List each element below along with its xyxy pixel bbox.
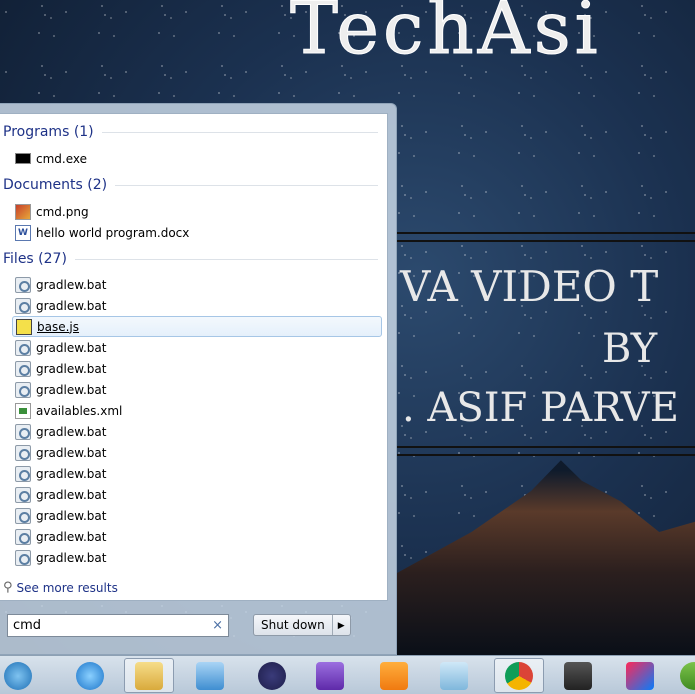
start-orb-icon — [4, 661, 32, 690]
clear-icon[interactable]: × — [212, 618, 223, 633]
result-item[interactable]: cmd.exe — [12, 148, 382, 169]
uc-browser-icon — [380, 661, 408, 690]
bat-icon — [15, 549, 31, 566]
bat-icon — [15, 528, 31, 545]
cmd-icon — [15, 153, 31, 164]
shutdown-button[interactable]: Shut down — [254, 615, 333, 635]
bat-icon — [15, 360, 31, 377]
result-item[interactable]: base.js — [12, 316, 382, 337]
notepad-icon — [440, 661, 468, 690]
bat-icon — [15, 339, 31, 356]
visual-studio-icon — [316, 661, 344, 690]
bat-icon — [15, 465, 31, 482]
result-item[interactable]: gradlew.bat — [12, 442, 382, 463]
result-item[interactable]: gradlew.bat — [12, 547, 382, 568]
wallpaper-line3: . ASIF PARVE — [402, 385, 679, 431]
image-icon — [15, 203, 31, 220]
divider — [115, 184, 378, 186]
bat-icon — [15, 507, 31, 524]
bat-icon — [15, 297, 31, 314]
taskbar-uc-browser[interactable] — [376, 658, 412, 693]
taskbar-sublime-text[interactable] — [560, 658, 596, 693]
taskbar-start-orb[interactable] — [0, 658, 36, 693]
taskbar-eclipse[interactable] — [254, 658, 290, 693]
xml-icon — [15, 402, 31, 419]
wallpaper-title: TechAsi — [290, 0, 602, 71]
taskbar-visual-studio[interactable] — [312, 658, 348, 693]
wallpaper-line2: BY — [602, 326, 658, 372]
result-item[interactable]: availables.xml — [12, 400, 382, 421]
js-icon — [16, 318, 32, 335]
result-item[interactable]: gradlew.bat — [12, 274, 382, 295]
search-icon: ⚲ — [3, 580, 13, 595]
vim-icon — [680, 661, 695, 690]
divider — [397, 454, 695, 456]
group-header[interactable]: Documents (2) — [3, 177, 378, 193]
chrome-icon — [505, 661, 533, 690]
bat-icon — [15, 444, 31, 461]
shutdown-options-button[interactable]: ▶ — [333, 615, 350, 635]
divider — [397, 240, 695, 242]
word-icon: W — [15, 224, 31, 241]
bat-icon — [15, 423, 31, 440]
taskbar-intellij[interactable] — [622, 658, 658, 693]
result-item[interactable]: gradlew.bat — [12, 337, 382, 358]
file-explorer-icon — [135, 661, 163, 690]
result-item[interactable]: gradlew.bat — [12, 295, 382, 316]
result-item[interactable]: gradlew.bat — [12, 505, 382, 526]
media-player-icon — [196, 661, 224, 690]
result-item[interactable]: gradlew.bat — [12, 526, 382, 547]
result-item[interactable]: gradlew.bat — [12, 484, 382, 505]
see-more-results-link[interactable]: ⚲ See more results — [3, 580, 118, 595]
bat-icon — [15, 486, 31, 503]
search-input[interactable]: cmd × — [7, 614, 229, 637]
taskbar-media-player[interactable] — [192, 658, 228, 693]
intellij-icon — [626, 661, 654, 690]
taskbar-chrome[interactable] — [494, 658, 544, 693]
taskbar-internet-explorer[interactable] — [72, 658, 108, 693]
divider — [397, 232, 695, 234]
sublime-text-icon — [564, 661, 592, 690]
result-item[interactable]: gradlew.bat — [12, 421, 382, 442]
taskbar-vim[interactable] — [676, 658, 695, 693]
shutdown-control: Shut down ▶ — [253, 614, 351, 636]
bat-icon — [15, 276, 31, 293]
divider — [101, 131, 378, 133]
result-item[interactable]: gradlew.bat — [12, 379, 382, 400]
search-results: Programs (1) cmd.exe Documents (2) cmd.png W… — [0, 113, 388, 601]
result-item[interactable]: gradlew.bat — [12, 358, 382, 379]
wallpaper-line1: VA VIDEO T — [400, 262, 659, 311]
divider — [74, 258, 378, 260]
group-header[interactable]: Files (27) — [3, 251, 378, 267]
result-item[interactable]: gradlew.bat — [12, 463, 382, 484]
internet-explorer-icon — [76, 661, 104, 690]
result-item[interactable]: cmd.png — [12, 201, 382, 222]
start-menu: Programs (1) cmd.exe Documents (2) cmd.png W… — [0, 103, 397, 655]
taskbar-notepad[interactable] — [436, 658, 472, 693]
group-header[interactable]: Programs (1) — [3, 124, 378, 140]
taskbar-file-explorer[interactable] — [124, 658, 174, 693]
taskbar — [0, 655, 695, 694]
divider — [397, 446, 695, 448]
eclipse-icon — [258, 661, 286, 690]
result-item[interactable]: Whello world program.docx — [12, 222, 382, 243]
bat-icon — [15, 381, 31, 398]
